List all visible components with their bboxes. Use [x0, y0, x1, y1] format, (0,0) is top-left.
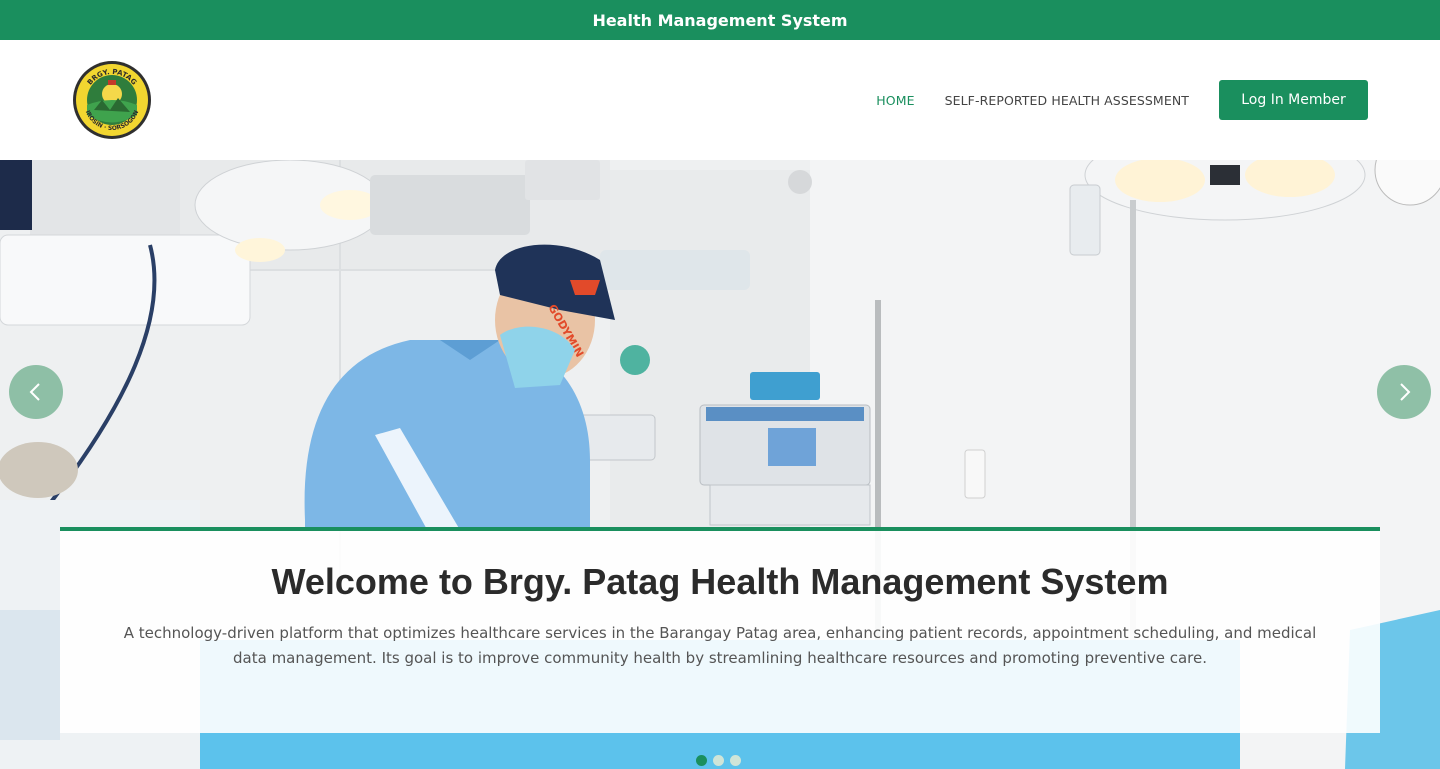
- hero-caption-box: Welcome to Brgy. Patag Health Management…: [60, 527, 1380, 733]
- hero-description: A technology-driven platform that optimi…: [123, 624, 1317, 667]
- navbar: BRGY. PATAG IROSIN · SORSOGON HOME SELF-…: [0, 40, 1440, 160]
- chevron-right-icon: [1400, 383, 1411, 401]
- carousel-next-button[interactable]: [1377, 365, 1431, 419]
- login-member-button[interactable]: Log In Member: [1219, 80, 1368, 120]
- nav-self-reported-health-assessment[interactable]: SELF-REPORTED HEALTH ASSESSMENT: [945, 93, 1189, 108]
- carousel-prev-button[interactable]: [9, 365, 63, 419]
- chevron-left-icon: [29, 383, 40, 401]
- hero-title: Welcome to Brgy. Patag Health Management…: [271, 561, 1169, 602]
- carousel-dot-2[interactable]: [713, 755, 724, 766]
- carousel-dot-3[interactable]: [730, 755, 741, 766]
- nav-home[interactable]: HOME: [876, 93, 914, 108]
- carousel-indicators: [696, 755, 741, 766]
- carousel-dot-1[interactable]: [696, 755, 707, 766]
- barangay-seal-logo[interactable]: BRGY. PATAG IROSIN · SORSOGON: [72, 60, 152, 140]
- hero-carousel: GODYMIN Welcome to Brgy. Patag Health Ma…: [0, 160, 1440, 769]
- top-banner: Health Management System: [0, 0, 1440, 40]
- main-nav: HOME SELF-REPORTED HEALTH ASSESSMENT Log…: [876, 40, 1368, 160]
- site-title: Health Management System: [592, 10, 848, 30]
